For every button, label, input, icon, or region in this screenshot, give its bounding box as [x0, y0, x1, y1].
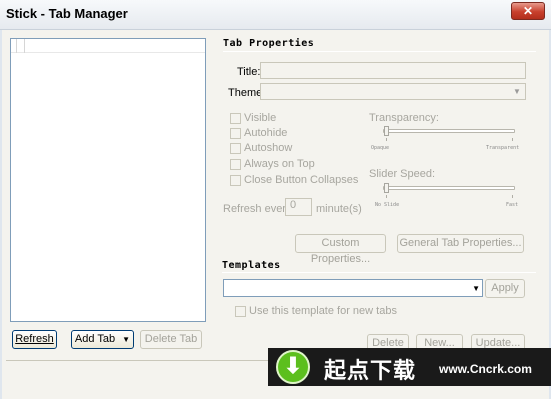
refresh-every-value: 0: [290, 199, 297, 211]
autoshow-label: Autoshow: [244, 142, 293, 154]
window-title: Stick - Tab Manager: [6, 6, 128, 21]
watermark-url: www.Cncrk.com: [439, 362, 532, 376]
close-button-collapses-label: Close Button Collapses: [244, 174, 359, 186]
general-tab-properties-label: General Tab Properties...: [399, 237, 522, 249]
transparency-min-label: Opaque: [371, 145, 390, 151]
bottom-divider: [6, 360, 268, 361]
visible-label: Visible: [244, 112, 277, 124]
always-on-top-checkbox[interactable]: [230, 159, 241, 170]
use-template-checkbox[interactable]: [235, 306, 246, 317]
chevron-down-icon: ▼: [513, 87, 521, 96]
always-on-top-label: Always on Top: [244, 158, 315, 170]
autohide-label: Autohide: [244, 127, 288, 139]
speed-max-label: Fast: [506, 202, 519, 208]
list-header-row: [11, 39, 205, 53]
watermark-banner: ⬇ 起点下载 www.Cncrk.com: [268, 348, 551, 386]
section-divider: [223, 51, 536, 52]
refresh-button[interactable]: Refresh: [12, 330, 57, 349]
close-button-collapses-checkbox[interactable]: [230, 175, 241, 186]
title-label: Title:: [237, 66, 261, 78]
slider-tick: [512, 195, 513, 198]
tab-properties-heading: Tab Properties: [223, 38, 315, 49]
transparency-track: [383, 129, 515, 133]
transparency-max-label: Transparent: [486, 145, 520, 151]
transparency-label: Transparency:: [369, 112, 439, 124]
templates-heading: Templates: [222, 260, 281, 271]
title-bar: Stick - Tab Manager ✕: [0, 0, 551, 30]
title-input[interactable]: [260, 62, 526, 79]
dropdown-arrow-icon: ▼: [122, 335, 131, 344]
template-select[interactable]: ▼: [223, 279, 483, 297]
minutes-label: minute(s): [316, 203, 362, 215]
download-arrow-icon: ⬇: [276, 350, 310, 384]
tab-list[interactable]: [10, 38, 206, 322]
delete-tab-button[interactable]: Delete Tab: [140, 330, 202, 349]
slider-tick: [512, 138, 513, 141]
list-column-divider: [24, 39, 25, 53]
autoshow-checkbox[interactable]: [230, 143, 241, 154]
add-tab-button[interactable]: Add Tab ▼: [71, 330, 134, 349]
refresh-every-input[interactable]: 0: [285, 198, 312, 216]
autohide-checkbox[interactable]: [230, 128, 241, 139]
custom-properties-button[interactable]: Custom Properties...: [295, 234, 386, 265]
general-tab-properties-button[interactable]: General Tab Properties...: [397, 234, 524, 253]
slider-speed-thumb[interactable]: [384, 183, 389, 193]
list-column-divider: [16, 39, 17, 53]
slider-speed-label: Slider Speed:: [369, 168, 436, 180]
apply-label: Apply: [491, 282, 519, 294]
speed-min-label: No Slide: [375, 202, 400, 208]
close-icon: ✕: [522, 4, 534, 18]
slider-tick: [386, 138, 387, 141]
custom-properties-label: Custom Properties...: [310, 237, 371, 265]
delete-tab-label: Delete Tab: [144, 333, 198, 345]
add-tab-label: Add Tab: [74, 333, 116, 345]
chevron-down-icon: ▼: [472, 284, 480, 293]
section-divider: [222, 272, 536, 273]
theme-select[interactable]: ▼: [260, 83, 526, 100]
refresh-label: Refresh: [15, 333, 54, 345]
slider-tick: [386, 195, 387, 198]
apply-button[interactable]: Apply: [485, 279, 525, 298]
transparency-slider-thumb[interactable]: [384, 126, 389, 136]
watermark-text: 起点下载: [324, 358, 417, 383]
close-button[interactable]: ✕: [511, 2, 545, 20]
visible-checkbox[interactable]: [230, 113, 241, 124]
slider-speed-track: [383, 186, 515, 190]
use-template-label: Use this template for new tabs: [249, 305, 397, 317]
refresh-every-label: Refresh every: [223, 203, 292, 215]
